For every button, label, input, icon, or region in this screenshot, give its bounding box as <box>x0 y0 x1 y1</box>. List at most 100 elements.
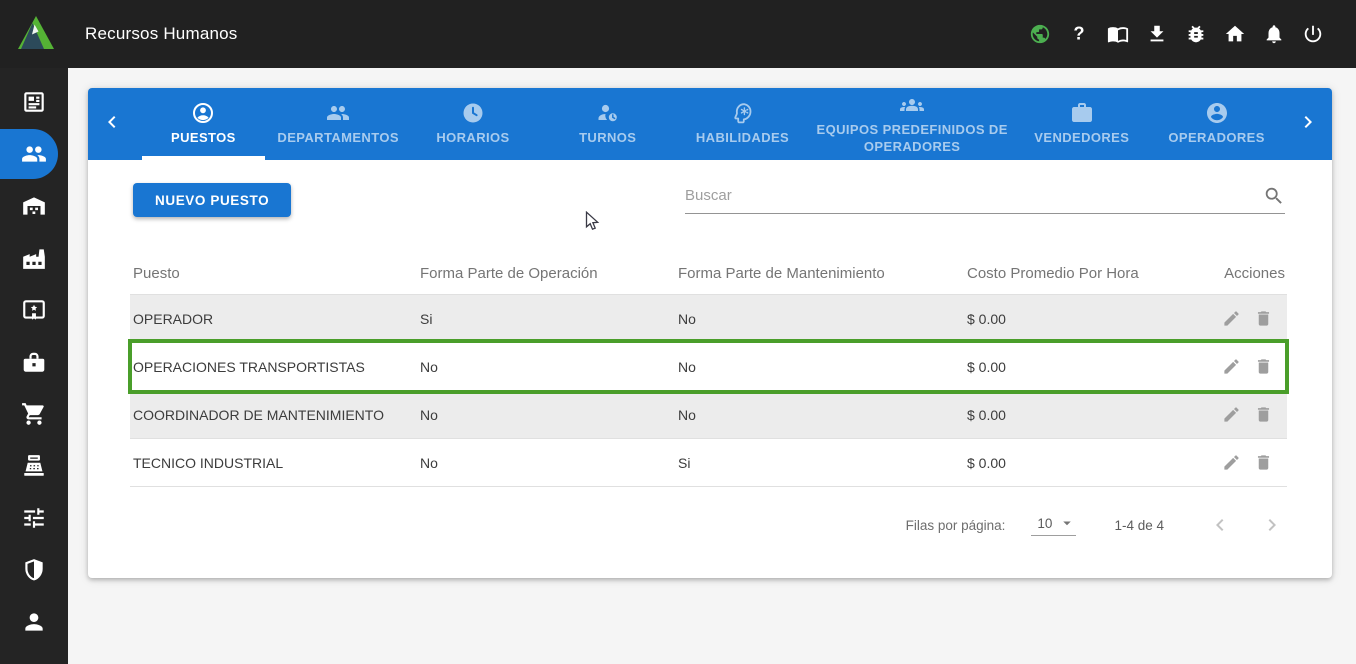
delete-icon[interactable] <box>1254 357 1273 376</box>
book-icon[interactable] <box>1107 23 1129 45</box>
sidebar-item-person[interactable] <box>0 596 68 648</box>
bell-icon[interactable] <box>1263 23 1285 45</box>
table-row: TECNICO INDUSTRIALNoSi$ 0.00 <box>130 439 1287 487</box>
globe-icon[interactable] <box>1029 23 1051 45</box>
bug-icon[interactable] <box>1185 23 1207 45</box>
tab-label: EQUIPOS PREDEFINIDOS DE OPERADORES <box>814 122 1011 155</box>
tab-label: DEPARTAMENTOS <box>277 130 398 146</box>
sidebar <box>0 68 68 664</box>
sidebar-item-certificate[interactable] <box>0 284 68 336</box>
sidebar-item-register[interactable] <box>0 440 68 492</box>
briefcase-icon <box>1070 101 1094 125</box>
svg-text:?: ? <box>1073 23 1084 44</box>
edit-icon[interactable] <box>1222 309 1241 328</box>
rows-per-page-label: Filas por página: <box>906 518 1006 533</box>
tabs-scroll-left-button[interactable] <box>88 88 136 160</box>
group-icon <box>326 101 350 125</box>
home-icon[interactable] <box>1224 23 1246 45</box>
table-row: OPERADORSiNo$ 0.00 <box>130 295 1287 343</box>
column-header-4: Acciones <box>1217 265 1287 282</box>
search-input[interactable] <box>685 187 1255 204</box>
sidebar-item-shield[interactable] <box>0 544 68 596</box>
new-puesto-button[interactable]: NUEVO PUESTO <box>133 183 291 217</box>
chevron-left-icon <box>100 110 124 139</box>
account-circle-icon <box>1205 101 1229 125</box>
previous-page-button[interactable] <box>1208 513 1232 537</box>
power-icon[interactable] <box>1302 23 1324 45</box>
tab-puestos[interactable]: PUESTOS <box>136 88 271 160</box>
tab-label: HABILIDADES <box>696 130 789 146</box>
newspaper-icon <box>21 89 47 115</box>
tab-departamentos[interactable]: DEPARTAMENTOS <box>271 88 406 160</box>
sidebar-item-toolbox[interactable] <box>0 336 68 388</box>
cell-mantenimiento: No <box>678 407 967 423</box>
sidebar-item-cart[interactable] <box>0 388 68 440</box>
sidebar-item-warehouse[interactable] <box>0 180 68 232</box>
cell-operacion: No <box>420 455 678 471</box>
sidebar-item-newspaper[interactable] <box>0 76 68 128</box>
edit-icon[interactable] <box>1222 405 1241 424</box>
tab-label: OPERADORES <box>1168 130 1264 146</box>
certificate-icon <box>21 297 47 323</box>
cart-icon <box>21 401 47 427</box>
topbar: Recursos Humanos ? <box>0 0 1356 68</box>
cell-mantenimiento: No <box>678 359 967 375</box>
tab-list: PUESTOS DEPARTAMENTOS HORARIOS TURNOS HABILI… <box>136 88 1284 160</box>
row-actions <box>1217 357 1287 376</box>
cell-operacion: No <box>420 407 678 423</box>
account-circle-outline-icon <box>191 101 215 125</box>
table-header-row: PuestoForma Parte de OperaciónForma Part… <box>130 252 1287 295</box>
person-icon <box>21 609 47 635</box>
row-actions <box>1217 453 1287 472</box>
sidebar-item-factory[interactable] <box>0 232 68 284</box>
people-icon <box>21 141 47 167</box>
pagination-range: 1-4 de 4 <box>1114 518 1164 533</box>
tab-horarios[interactable]: HORARIOS <box>406 88 541 160</box>
tab-equipos-predefinidos-de-operadores[interactable]: EQUIPOS PREDEFINIDOS DE OPERADORES <box>810 88 1015 160</box>
clock-icon <box>461 101 485 125</box>
main-area: PUESTOS DEPARTAMENTOS HORARIOS TURNOS HABILI… <box>68 68 1356 664</box>
column-header-0: Puesto <box>130 265 420 282</box>
cell-puesto: COORDINADOR DE MANTENIMIENTO <box>130 407 420 423</box>
cell-mantenimiento: Si <box>678 455 967 471</box>
delete-icon[interactable] <box>1254 453 1273 472</box>
download-icon[interactable] <box>1146 23 1168 45</box>
psychology-icon <box>731 101 755 125</box>
tab-label: PUESTOS <box>171 130 236 146</box>
search-icon[interactable] <box>1263 185 1285 207</box>
edit-icon[interactable] <box>1222 357 1241 376</box>
app-logo-icon[interactable] <box>15 13 57 55</box>
register-icon <box>21 453 47 479</box>
tab-bar: PUESTOS DEPARTAMENTOS HORARIOS TURNOS HABILI… <box>88 88 1332 160</box>
tab-habilidades[interactable]: HABILIDADES <box>675 88 810 160</box>
tab-operadores[interactable]: OPERADORES <box>1149 88 1284 160</box>
delete-icon[interactable] <box>1254 405 1273 424</box>
row-actions <box>1217 309 1287 328</box>
sidebar-item-tune[interactable] <box>0 492 68 544</box>
warehouse-icon <box>21 193 47 219</box>
tab-label: HORARIOS <box>436 130 509 146</box>
row-actions <box>1217 405 1287 424</box>
topbar-actions: ? <box>1029 23 1324 45</box>
sidebar-item-people[interactable] <box>0 128 68 180</box>
shield-icon <box>21 557 47 583</box>
help-icon[interactable]: ? <box>1068 23 1090 45</box>
cell-mantenimiento: No <box>678 311 967 327</box>
tabs-scroll-right-button[interactable] <box>1284 88 1332 160</box>
search-box <box>685 178 1285 214</box>
factory-icon <box>21 245 47 271</box>
tab-turnos[interactable]: TURNOS <box>540 88 675 160</box>
rows-per-page-select[interactable]: 10 <box>1031 514 1076 536</box>
arrow-drop-down-icon <box>1058 514 1076 532</box>
column-header-1: Forma Parte de Operación <box>420 265 678 282</box>
tab-vendedores[interactable]: VENDEDORES <box>1014 88 1149 160</box>
edit-icon[interactable] <box>1222 453 1241 472</box>
table-row: OPERACIONES TRANSPORTISTASNoNo$ 0.00 <box>130 343 1287 391</box>
chevron-right-icon <box>1296 110 1320 139</box>
delete-icon[interactable] <box>1254 309 1273 328</box>
next-page-button[interactable] <box>1260 513 1284 537</box>
cell-puesto: TECNICO INDUSTRIAL <box>130 455 420 471</box>
pagination: Filas por página: 10 1-4 de 4 <box>88 499 1332 551</box>
cell-costo: $ 0.00 <box>967 311 1217 327</box>
cell-costo: $ 0.00 <box>967 407 1217 423</box>
